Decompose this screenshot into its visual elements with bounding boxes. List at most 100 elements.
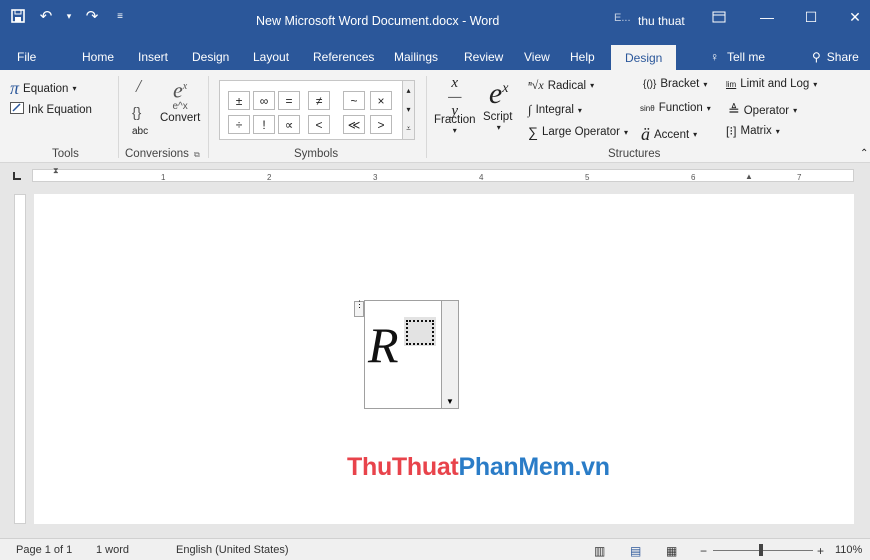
ink-equation-button[interactable]: Ink Equation bbox=[10, 102, 92, 117]
symbol-factorial[interactable]: ! bbox=[253, 115, 275, 134]
vertical-scrollbar[interactable] bbox=[862, 186, 870, 538]
user-name[interactable]: thu thuat bbox=[638, 14, 685, 28]
tab-review[interactable]: Review bbox=[464, 50, 503, 64]
equation-options-dropdown[interactable]: ▼ bbox=[441, 301, 458, 408]
symbol-equals[interactable]: = bbox=[278, 91, 300, 110]
tell-me-search[interactable]: ♀ Tell me bbox=[710, 50, 765, 64]
vertical-ruler[interactable] bbox=[14, 194, 26, 524]
function-button[interactable]: sinθ Function ▾ bbox=[640, 102, 711, 114]
gallery-more-icon[interactable]: ⩡ bbox=[403, 119, 414, 138]
bracket-icon: {()} bbox=[643, 78, 657, 90]
watermark-part3: .vn bbox=[574, 453, 610, 481]
equation-label: Equation bbox=[23, 82, 69, 95]
tab-references[interactable]: References bbox=[313, 50, 374, 64]
integral-label: Integral bbox=[535, 104, 574, 116]
ruler-number: 2 bbox=[267, 173, 272, 182]
ribbon-display-options-icon[interactable] bbox=[704, 6, 734, 28]
customize-qat-icon[interactable]: ≡ bbox=[112, 8, 128, 24]
watermark-part2: PhanMem bbox=[458, 453, 575, 481]
limit-and-log-button[interactable]: lim Limit and Log ▾ bbox=[726, 78, 817, 90]
large-operator-button[interactable]: ∑ Large Operator ▾ bbox=[528, 124, 628, 140]
matrix-label: Matrix bbox=[740, 125, 772, 137]
zoom-out-icon[interactable]: − bbox=[700, 544, 707, 558]
tab-mailings[interactable]: Mailings bbox=[394, 50, 438, 64]
symbol-proportional[interactable]: ∝ bbox=[278, 115, 300, 134]
tab-file[interactable]: File bbox=[17, 50, 36, 64]
symbol-much-less-than[interactable]: ≪ bbox=[343, 115, 365, 134]
matrix-button[interactable]: [⁝] Matrix ▾ bbox=[726, 124, 780, 138]
chevron-down-icon: ▾ bbox=[496, 123, 501, 132]
page-count[interactable]: Page 1 of 1 bbox=[16, 544, 72, 556]
chevron-down-icon: ▾ bbox=[813, 79, 818, 89]
undo-dropdown-icon[interactable]: ▾ bbox=[66, 8, 72, 24]
ink-equation-icon bbox=[10, 102, 24, 117]
symbol-not-equal[interactable]: ≠ bbox=[308, 91, 330, 110]
zoom-in-icon[interactable]: + bbox=[817, 544, 824, 558]
dialog-launcher-icon[interactable]: ⧉ bbox=[194, 150, 200, 160]
collapse-ribbon-icon[interactable]: ⌃ bbox=[860, 148, 868, 159]
tab-home[interactable]: Home bbox=[82, 50, 114, 64]
first-line-indent-icon[interactable]: ⧗ bbox=[53, 166, 59, 176]
gallery-scrollbar[interactable]: ▴ ▾ ⩡ bbox=[402, 81, 414, 139]
save-icon[interactable] bbox=[10, 8, 26, 24]
quick-access-toolbar: ↶ ▾ ↷ ≡ bbox=[10, 8, 128, 25]
share-button[interactable]: ⚲ Share bbox=[812, 50, 859, 64]
equation-move-handle[interactable]: ⋮ bbox=[354, 300, 364, 317]
tab-help[interactable]: Help bbox=[570, 50, 595, 64]
ruler-strip[interactable]: 1 2 3 4 5 6 7 ⧗ ▲ bbox=[32, 166, 854, 182]
tab-design[interactable]: Design bbox=[192, 50, 229, 64]
document-title: New Microsoft Word Document.docx - Word bbox=[256, 14, 500, 28]
tab-insert[interactable]: Insert bbox=[138, 50, 168, 64]
language-indicator[interactable]: English (United States) bbox=[176, 544, 289, 556]
tab-view[interactable]: View bbox=[524, 50, 550, 64]
maximize-icon[interactable]: ☐ bbox=[796, 6, 826, 28]
radical-icon: ⁿ√x bbox=[528, 78, 544, 92]
symbol-times[interactable]: × bbox=[370, 91, 392, 110]
radical-button[interactable]: ⁿ√x Radical ▾ bbox=[528, 78, 594, 93]
equation-button[interactable]: π Equation ▾ bbox=[10, 78, 76, 99]
convert-button[interactable]: ex e^x Convert bbox=[160, 76, 200, 125]
linear-format-icon[interactable]: {} bbox=[132, 104, 141, 120]
ruler-number: 6 bbox=[691, 173, 696, 182]
symbol-tilde[interactable]: ~ bbox=[343, 91, 365, 110]
accent-button[interactable]: ä Accent ▾ bbox=[641, 124, 697, 145]
print-layout-icon[interactable]: ▤ bbox=[630, 544, 641, 558]
web-layout-icon[interactable]: ▦ bbox=[666, 544, 677, 558]
tab-equation-design[interactable]: Design bbox=[611, 45, 677, 71]
tab-layout[interactable]: Layout bbox=[253, 50, 289, 64]
word-count[interactable]: 1 word bbox=[96, 544, 129, 556]
fraction-button[interactable]: x — y Fraction ▾ bbox=[434, 76, 476, 136]
normal-text-button[interactable]: abc bbox=[132, 126, 148, 137]
scroll-down-icon[interactable]: ▾ bbox=[403, 100, 414, 119]
user-badge: E... bbox=[614, 12, 631, 24]
equation-base[interactable]: R bbox=[368, 316, 399, 374]
accent-icon: ä bbox=[641, 124, 650, 144]
zoom-slider[interactable] bbox=[713, 550, 813, 551]
symbol-less-than[interactable]: < bbox=[308, 115, 330, 134]
ruler-number: 1 bbox=[161, 173, 166, 182]
minimize-icon[interactable]: — bbox=[752, 6, 782, 28]
read-mode-icon[interactable]: ▥ bbox=[594, 544, 605, 558]
symbol-greater-than[interactable]: > bbox=[370, 115, 392, 134]
ruler-number: 5 bbox=[585, 173, 590, 182]
group-separator bbox=[208, 76, 209, 158]
tab-selector-icon[interactable] bbox=[13, 172, 21, 180]
zoom-level[interactable]: 110% bbox=[835, 544, 862, 556]
superscript-placeholder[interactable] bbox=[406, 320, 434, 345]
tell-me-label: Tell me bbox=[727, 50, 766, 64]
professional-format-icon[interactable]: / bbox=[136, 76, 141, 97]
zoom-slider-thumb[interactable] bbox=[759, 544, 763, 556]
operator-button[interactable]: ≜ Operator ▾ bbox=[728, 102, 797, 119]
scroll-up-icon[interactable]: ▴ bbox=[403, 81, 414, 100]
undo-icon[interactable]: ↶ bbox=[38, 8, 54, 25]
right-indent-icon[interactable]: ▲ bbox=[745, 172, 753, 181]
symbol-infinity[interactable]: ∞ bbox=[253, 91, 275, 110]
close-icon[interactable]: ✕ bbox=[840, 6, 870, 28]
integral-button[interactable]: ∫ Integral ▾ bbox=[528, 102, 582, 118]
symbol-divide[interactable]: ÷ bbox=[228, 115, 250, 134]
script-button[interactable]: ex Script ▾ bbox=[483, 72, 512, 132]
redo-icon[interactable]: ↷ bbox=[84, 8, 100, 25]
symbol-plus-minus[interactable]: ± bbox=[228, 91, 250, 110]
bracket-button[interactable]: {()} Bracket ▾ bbox=[643, 78, 707, 90]
chevron-down-icon: ▾ bbox=[693, 130, 698, 139]
